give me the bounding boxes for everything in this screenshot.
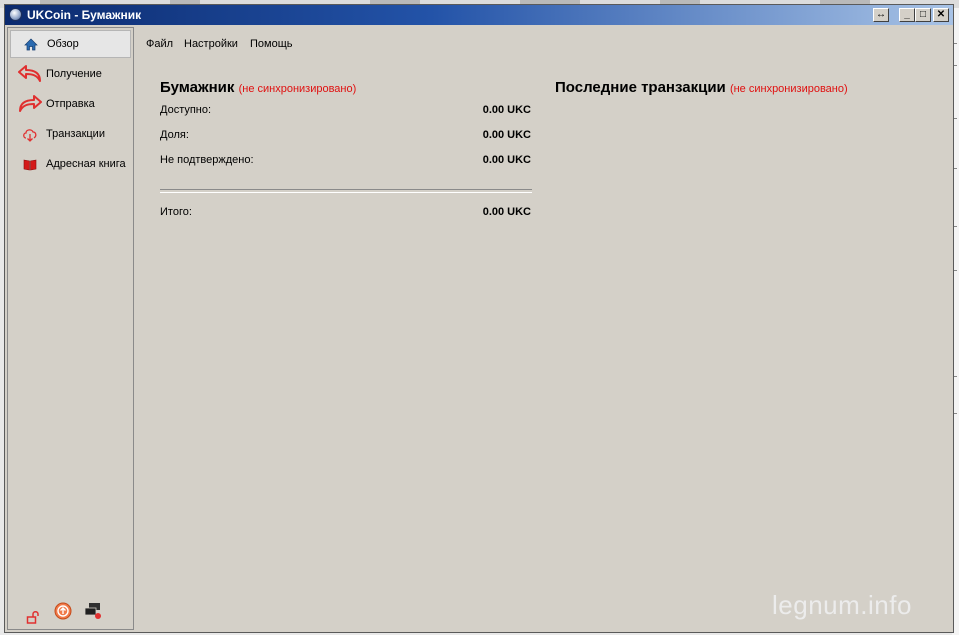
maximize-button[interactable]: □ (915, 8, 931, 22)
lock-icon[interactable] (24, 608, 42, 626)
close-button[interactable]: ✕ (933, 8, 949, 22)
available-value: 0.00 UKC (482, 104, 531, 116)
sidebar-item-label: Обзор (47, 38, 79, 50)
window-title: UKCoin - Бумажник (27, 8, 142, 22)
address-book-icon (18, 153, 42, 175)
available-label: Доступно: (160, 104, 212, 116)
stake-value: 0.00 UKC (482, 129, 531, 141)
connections-icon[interactable] (84, 602, 102, 620)
sidebar-item-label: Получение (46, 68, 102, 80)
total-label: Итого: (160, 206, 192, 218)
recent-transactions-title: Последние транзакции (555, 79, 726, 96)
sidebar-item-transactions[interactable]: Транзакции (10, 120, 131, 148)
sidebar-item-overview[interactable]: Обзор (10, 30, 131, 58)
minimize-button[interactable]: _ (899, 8, 915, 22)
menu-file[interactable]: Файл (146, 38, 173, 50)
home-icon (19, 33, 43, 55)
unconfirmed-value: 0.00 UKC (482, 154, 531, 166)
sidebar-item-label: Транзакции (46, 128, 105, 140)
receive-arrow-icon (18, 63, 42, 85)
sidebar-item-send[interactable]: Отправка (10, 90, 131, 118)
wallet-window: UKCoin - Бумажник ↔ _ □ ✕ Обзор Получени… (4, 4, 954, 633)
total-separator (160, 189, 532, 193)
transactions-icon (18, 123, 42, 145)
ukcoin-app-icon (9, 8, 22, 21)
stake-label: Доля: (160, 129, 189, 141)
sidebar-item-label: Адресная книга (46, 158, 126, 170)
menu-settings[interactable]: Настройки (184, 38, 238, 50)
total-value: 0.00 UKC (482, 206, 531, 218)
watermark: legnum.info (772, 590, 912, 620)
sync-status-icon[interactable] (54, 602, 72, 620)
title-bar[interactable]: UKCoin - Бумажник ↔ _ □ ✕ (5, 5, 953, 25)
sidebar-item-receive[interactable]: Получение (10, 60, 131, 88)
wallet-title: Бумажник (160, 79, 235, 96)
transactions-sync-status: (не синхронизировано) (729, 83, 848, 95)
send-arrow-icon (18, 93, 42, 115)
resize-button[interactable]: ↔ (873, 8, 889, 22)
wallet-sync-status: (не синхронизировано) (238, 83, 357, 95)
sidebar: Обзор Получение Отправка Транзакции Адре… (7, 27, 134, 630)
wallet-section-title: Бумажник (не синхронизировано) (160, 79, 356, 96)
sidebar-item-label: Отправка (46, 98, 95, 110)
menu-help[interactable]: Помощь (250, 38, 293, 50)
unconfirmed-label: Не подтверждено: (160, 154, 254, 166)
sidebar-item-address-book[interactable]: Адресная книга (10, 150, 131, 178)
recent-transactions-section-title: Последние транзакции (не синхронизирован… (555, 79, 848, 96)
